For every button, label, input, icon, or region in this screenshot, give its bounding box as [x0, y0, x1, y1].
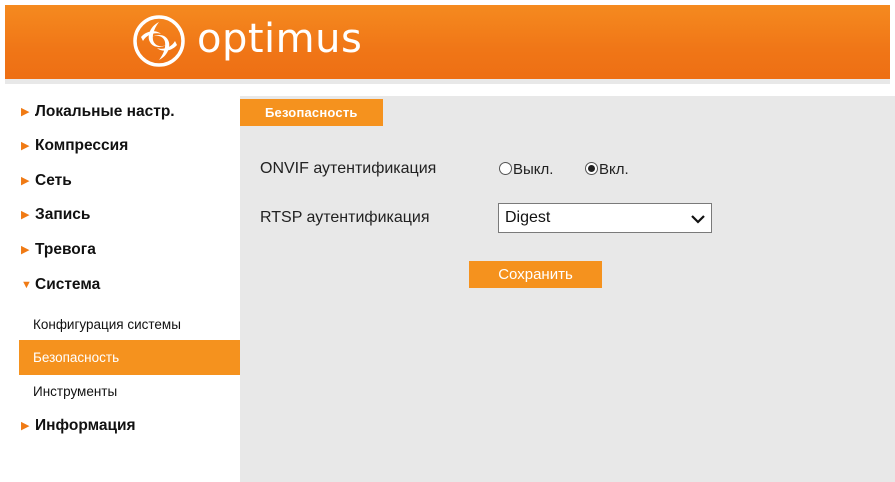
radio-checked-icon	[585, 162, 598, 175]
triangle-right-icon: ▶	[21, 209, 30, 221]
sidebar-item-label: Система	[35, 276, 101, 293]
triangle-right-icon: ▶	[21, 175, 30, 187]
sidebar-item-compression[interactable]: ▶ Компрессия	[21, 134, 128, 158]
onvif-auth-label: ONVIF аутентификация	[260, 160, 437, 177]
triangle-right-icon: ▶	[21, 420, 30, 432]
sidebar-item-label: Информация	[35, 417, 136, 434]
optimus-logo-icon	[133, 15, 185, 67]
sidebar-item-network[interactable]: ▶ Сеть	[21, 169, 72, 193]
onvif-off-radio[interactable]: Выкл.	[499, 161, 553, 178]
triangle-down-icon: ▼	[21, 279, 32, 291]
chevron-down-icon	[691, 215, 705, 224]
sidebar-subitem-security[interactable]: Безопасность	[19, 340, 242, 375]
tab-security[interactable]: Безопасность	[240, 99, 383, 126]
radio-unchecked-icon	[499, 162, 512, 175]
main-content: Безопасность ONVIF аутентификация Выкл. …	[240, 96, 895, 482]
sidebar-subitem-label: Инструменты	[33, 384, 118, 399]
sidebar-subitem-label: Конфигурация системы	[33, 317, 181, 332]
save-button[interactable]: Сохранить	[469, 261, 602, 288]
sidebar-item-label: Локальные настр.	[35, 103, 175, 120]
sidebar-subitem-tools[interactable]: Инструменты	[19, 374, 242, 409]
sidebar-item-system[interactable]: ▼ Система	[21, 273, 100, 297]
sidebar-item-information[interactable]: ▶ Информация	[21, 414, 136, 438]
sidebar-subitem-system-config[interactable]: Конфигурация системы	[19, 307, 242, 342]
rtsp-auth-select[interactable]: Digest	[498, 203, 712, 233]
header-banner: optimus	[5, 5, 890, 79]
rtsp-auth-label: RTSP аутентификация	[260, 209, 430, 226]
onvif-on-label: Вкл.	[599, 161, 629, 178]
onvif-off-label: Выкл.	[513, 161, 554, 178]
sidebar-item-local-settings[interactable]: ▶ Локальные настр.	[21, 100, 175, 124]
triangle-right-icon: ▶	[21, 244, 30, 256]
rtsp-auth-value: Digest	[505, 209, 551, 226]
sidebar: ▶ Локальные настр. ▶ Компрессия ▶ Сеть ▶ Зап…	[5, 96, 242, 482]
header-divider	[5, 79, 890, 84]
sidebar-item-label: Компрессия	[35, 137, 129, 154]
sidebar-item-label: Запись	[35, 206, 91, 223]
onvif-on-radio[interactable]: Вкл.	[585, 161, 629, 178]
brand-name: optimus	[197, 16, 363, 62]
sidebar-item-record[interactable]: ▶ Запись	[21, 203, 90, 227]
triangle-right-icon: ▶	[21, 106, 30, 118]
sidebar-item-alarm[interactable]: ▶ Тревога	[21, 238, 96, 262]
sidebar-subitem-label: Безопасность	[33, 350, 120, 365]
sidebar-item-label: Сеть	[35, 172, 72, 189]
triangle-right-icon: ▶	[21, 140, 30, 152]
sidebar-item-label: Тревога	[35, 241, 96, 258]
